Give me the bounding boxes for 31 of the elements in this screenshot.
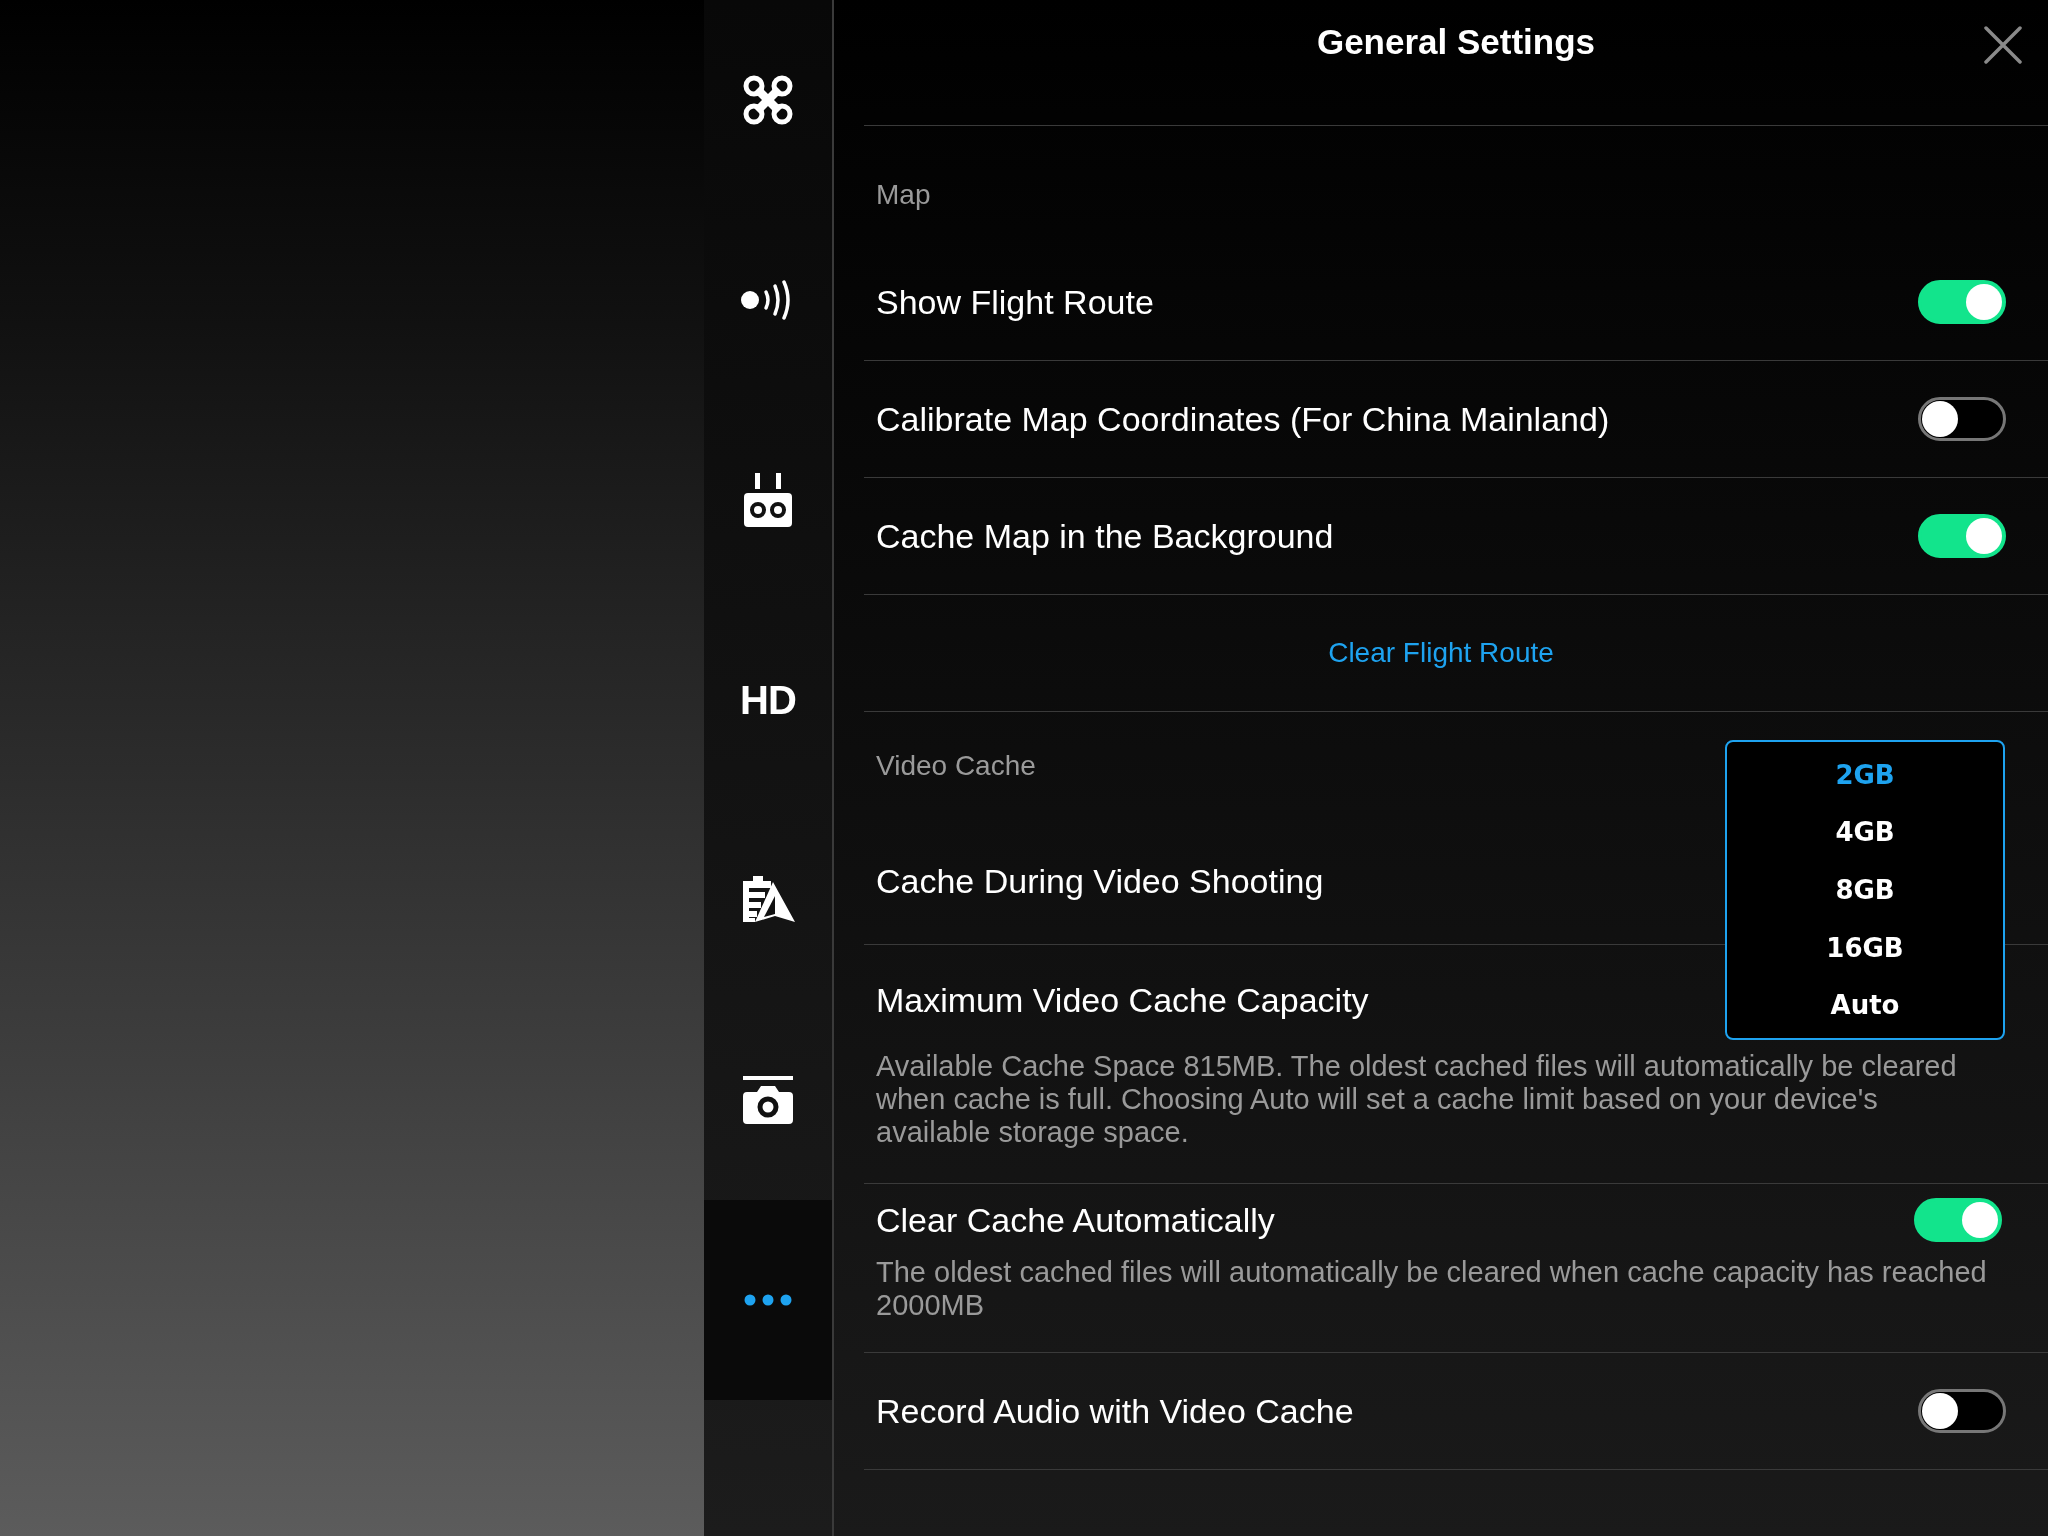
section-header: Video Cache xyxy=(876,749,1036,782)
setting-label: Clear Cache Automatically xyxy=(876,1200,1275,1240)
dropdown-option[interactable]: 16GB xyxy=(1826,932,1904,963)
toggle-switch[interactable] xyxy=(1914,1198,2002,1242)
dropdown-option[interactable]: 4GB xyxy=(1835,817,1895,848)
clear-flight-route-link[interactable]: Clear Flight Route xyxy=(1328,637,1554,669)
dropdown-option[interactable]: 2GB xyxy=(1835,759,1895,790)
toggle-switch[interactable] xyxy=(1918,514,2006,558)
section-header: Map xyxy=(876,179,931,211)
camera-icon xyxy=(743,1076,793,1124)
drone-icon xyxy=(742,74,794,126)
toggle-switch[interactable] xyxy=(1918,1389,2006,1433)
dropdown-option[interactable]: Auto xyxy=(1830,990,1900,1021)
setting-label: Cache During Video Shooting xyxy=(876,862,1324,901)
window-title: General Settings xyxy=(1316,22,1596,63)
setting-label: Show Flight Route xyxy=(876,282,1154,322)
setting-description: Available Cache Space 815MB. The oldest cached files will automatically be cleared when cache is full. Choosing Auto will set a cache limit based on your device's available storage space. xyxy=(876,1050,1958,1149)
remote-controller-icon xyxy=(744,473,792,527)
close-icon[interactable] xyxy=(1984,26,2022,64)
setting-label: Maximum Video Cache Capacity xyxy=(876,981,1369,1020)
dropdown-option[interactable]: 8GB xyxy=(1835,875,1895,905)
setting-label: Cache Map in the Background xyxy=(876,516,1334,556)
setting-label: Calibrate Map Coordinates (For China Mainland) xyxy=(876,399,1610,439)
more-icon xyxy=(744,1294,792,1306)
setting-description: The oldest cached files will automatically be cleared when cache capacity has reached 2000MB xyxy=(876,1256,1988,1322)
sidebar-item[interactable]: HD xyxy=(704,600,832,800)
toggle-switch[interactable] xyxy=(1918,397,2006,441)
setting-label: Record Audio with Video Cache xyxy=(876,1391,1354,1431)
toggle-switch[interactable] xyxy=(1918,280,2006,324)
hd-label: HD xyxy=(740,677,796,723)
battery-arrow-icon xyxy=(741,876,795,924)
